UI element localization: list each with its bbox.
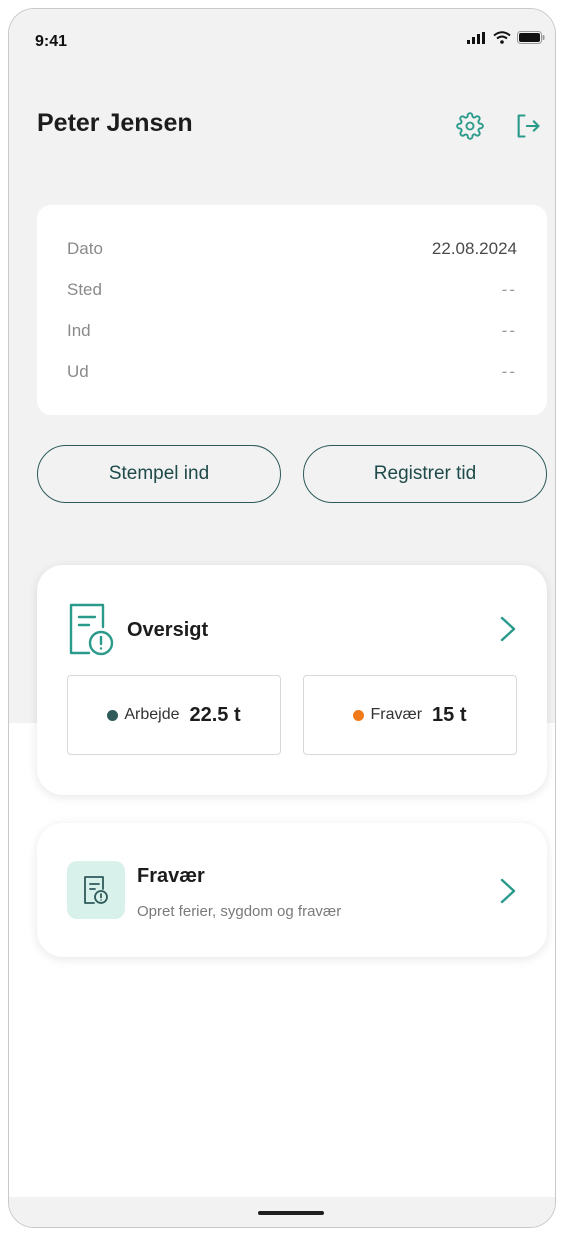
gear-icon <box>456 112 484 140</box>
work-dot <box>107 709 119 721</box>
absence-icon-tile <box>67 861 125 919</box>
work-label: Arbejde <box>124 706 180 723</box>
in-value: -- <box>501 321 517 340</box>
logout-icon <box>517 114 540 138</box>
absence-hours-box: Fravær 15 t <box>303 675 517 755</box>
date-label: Dato <box>67 239 103 258</box>
out-label: Ud <box>67 362 89 381</box>
clock-in-button[interactable]: Stempel ind <box>37 445 281 503</box>
place-label: Sted <box>67 280 102 299</box>
work-hours-box: Arbejde 22.5 t <box>67 675 281 755</box>
phone-frame: 9:41 Peter Jensen Dato 22.08.2024 Sted -… <box>8 8 556 1228</box>
place-value: -- <box>501 280 517 299</box>
shift-info-card: Dato 22.08.2024 Sted -- Ind -- Ud -- <box>37 205 547 415</box>
overview-title: Oversigt <box>127 619 209 641</box>
out-value: -- <box>501 362 517 381</box>
date-value: 22.08.2024 <box>431 239 517 258</box>
work-value: 22.5 t <box>189 703 241 726</box>
wifi-icon <box>493 31 511 44</box>
absence-card[interactable]: Fravær Opret ferier, sygdom og fravær <box>37 823 547 957</box>
status-time: 9:41 <box>35 33 68 50</box>
absence-label: Fravær <box>370 706 423 723</box>
absence-card-subtitle: Opret ferier, sygdom og fravær <box>137 903 342 920</box>
info-row-date: Dato 22.08.2024 <box>67 239 517 259</box>
info-row-place: Sted -- <box>67 280 517 300</box>
settings-button[interactable] <box>455 111 485 141</box>
user-name: Peter Jensen <box>37 109 193 137</box>
home-indicator[interactable] <box>258 1211 324 1215</box>
overview-card[interactable]: Oversigt Arbejde 22.5 t Fravær 15 t <box>37 565 547 795</box>
info-row-in: Ind -- <box>67 321 517 341</box>
absence-document-icon <box>84 876 108 904</box>
info-row-out: Ud -- <box>67 362 517 382</box>
register-time-button[interactable]: Registrer tid <box>303 445 547 503</box>
report-icon <box>69 603 114 656</box>
battery-icon <box>517 31 545 44</box>
logout-button[interactable] <box>513 111 543 141</box>
absence-card-title: Fravær <box>137 865 205 887</box>
chevron-right-icon[interactable] <box>499 615 517 643</box>
absence-value: 15 t <box>432 703 467 726</box>
chevron-right-icon[interactable] <box>499 877 517 905</box>
signal-icon <box>467 31 485 44</box>
absence-dot <box>353 709 365 721</box>
in-label: Ind <box>67 321 91 340</box>
status-icons <box>467 31 545 44</box>
